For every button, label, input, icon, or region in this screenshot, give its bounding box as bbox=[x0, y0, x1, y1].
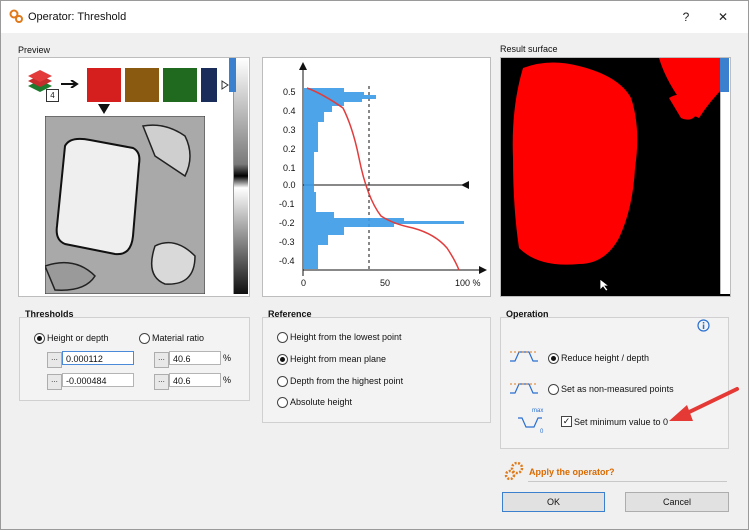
y-tick: 0.4 bbox=[283, 106, 296, 116]
thumbnail-orange[interactable] bbox=[125, 68, 159, 102]
reduce-height-label: Reduce height / depth bbox=[561, 353, 650, 363]
upper-ratio-picker[interactable]: ... bbox=[154, 352, 169, 368]
lower-ratio-input[interactable]: 40.6 bbox=[169, 373, 221, 387]
minimum-zero-checkbox[interactable]: ✓ bbox=[561, 416, 572, 427]
lower-threshold-picker[interactable]: ... bbox=[47, 374, 62, 390]
minimum-zero-icon bbox=[518, 417, 542, 428]
reference-highest-label: Depth from the highest point bbox=[290, 376, 404, 386]
non-measured-icon bbox=[510, 383, 538, 394]
thumbnail-red[interactable] bbox=[87, 68, 121, 102]
y-tick: -0.2 bbox=[279, 218, 295, 228]
annotation-arrow-icon bbox=[669, 387, 739, 421]
lower-ratio-picker[interactable]: ... bbox=[154, 374, 169, 390]
apply-divider bbox=[528, 481, 727, 482]
reduce-height-icon bbox=[510, 351, 538, 362]
lower-threshold-input[interactable]: -0.000484 bbox=[62, 373, 134, 387]
thumbnail-blue[interactable] bbox=[201, 68, 217, 102]
minimum-zero-label: Set minimum value to 0 bbox=[574, 417, 669, 427]
preview-panel: 4 bbox=[18, 57, 250, 297]
threshold-dialog: Operator: Threshold ? ✕ Preview 4 0.5 0.… bbox=[0, 0, 749, 530]
mouse-cursor-icon bbox=[599, 278, 609, 292]
arrow-right-icon bbox=[61, 80, 79, 88]
x-tick: 50 bbox=[380, 278, 391, 288]
result-label: Result surface bbox=[500, 44, 558, 54]
upper-threshold-picker[interactable]: ... bbox=[47, 352, 62, 368]
y-tick: 0.3 bbox=[283, 125, 296, 135]
operation-title: Operation bbox=[506, 309, 549, 319]
reference-lowest-radio[interactable] bbox=[277, 332, 288, 343]
cumulative-curve bbox=[306, 87, 460, 271]
reference-absolute-label: Absolute height bbox=[290, 397, 353, 407]
window-title: Operator: Threshold bbox=[28, 11, 127, 23]
scroll-right-icon[interactable] bbox=[221, 80, 229, 90]
color-scale-handle[interactable] bbox=[229, 58, 236, 92]
y-tick: -0.1 bbox=[279, 199, 295, 209]
y-tick: 0.0 bbox=[283, 180, 296, 190]
reference-lowest-label: Height from the lowest point bbox=[290, 332, 402, 342]
reference-absolute-radio[interactable] bbox=[277, 397, 288, 408]
non-measured-radio[interactable] bbox=[548, 384, 559, 395]
thresholds-title: Thresholds bbox=[25, 309, 74, 319]
upper-threshold-input[interactable]: 0.000112 bbox=[62, 351, 134, 365]
apply-label: Apply the operator? bbox=[529, 467, 615, 477]
y-tick: 0.5 bbox=[283, 87, 296, 97]
y-tick: 0.1 bbox=[283, 163, 296, 173]
zero-icon-label: 0 bbox=[540, 429, 544, 435]
y-tick: -0.3 bbox=[279, 237, 295, 247]
result-scrollbar[interactable] bbox=[720, 58, 730, 294]
y-tick: 0.2 bbox=[283, 144, 296, 154]
reference-title: Reference bbox=[268, 309, 312, 319]
result-panel bbox=[500, 57, 731, 297]
y-tick: -0.4 bbox=[279, 256, 295, 266]
reference-mean-plane-label: Height from mean plane bbox=[290, 354, 387, 364]
reference-mean-plane-radio[interactable] bbox=[277, 354, 288, 365]
result-scroll-handle[interactable] bbox=[720, 58, 729, 92]
histogram-panel: 0.5 0.4 0.3 0.2 0.1 0.0 -0.1 -0.2 -0.3 -… bbox=[262, 57, 491, 297]
preview-image bbox=[45, 116, 205, 294]
height-or-depth-label: Height or depth bbox=[47, 333, 109, 343]
histogram-chart[interactable] bbox=[263, 58, 490, 296]
result-image bbox=[509, 58, 725, 296]
x-tick: 0 bbox=[301, 278, 307, 288]
lower-ratio-unit: % bbox=[223, 375, 232, 385]
material-ratio-label: Material ratio bbox=[152, 333, 205, 343]
upper-ratio-unit: % bbox=[223, 353, 232, 363]
ok-button[interactable]: OK bbox=[502, 492, 605, 512]
help-button[interactable]: ? bbox=[676, 8, 696, 26]
close-button[interactable]: ✕ bbox=[713, 8, 733, 26]
upper-ratio-input[interactable]: 40.6 bbox=[169, 351, 221, 365]
max-icon-label: max bbox=[532, 408, 544, 414]
thumbnail-green[interactable] bbox=[163, 68, 197, 102]
info-icon[interactable] bbox=[697, 319, 710, 332]
color-scale-bar bbox=[233, 58, 248, 294]
height-or-depth-radio[interactable] bbox=[34, 333, 45, 344]
apply-gears-icon bbox=[504, 461, 524, 481]
selected-marker-icon bbox=[98, 104, 110, 114]
layer-count-badge: 4 bbox=[46, 89, 59, 102]
reduce-height-radio[interactable] bbox=[548, 353, 559, 364]
reference-highest-radio[interactable] bbox=[277, 376, 288, 387]
gear-icon bbox=[9, 9, 23, 23]
cancel-button[interactable]: Cancel bbox=[625, 492, 729, 512]
x-tick: 100 % bbox=[455, 278, 481, 288]
title-bar: Operator: Threshold ? ✕ bbox=[1, 1, 748, 33]
material-ratio-radio[interactable] bbox=[139, 333, 150, 344]
preview-label: Preview bbox=[18, 45, 51, 55]
non-measured-label: Set as non-measured points bbox=[561, 384, 674, 394]
